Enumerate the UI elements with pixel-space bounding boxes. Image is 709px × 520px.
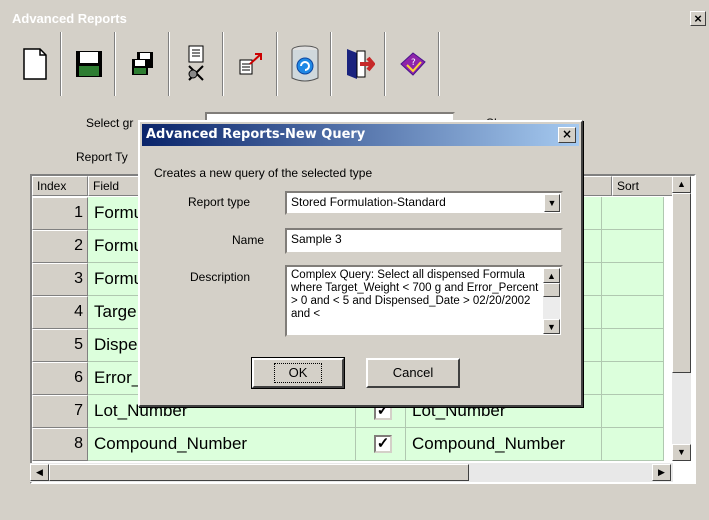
sort-column-header[interactable]: Sort	[612, 176, 674, 196]
toolbar: ?	[8, 32, 440, 96]
row-index[interactable]: 8	[32, 428, 88, 461]
database-icon	[291, 45, 318, 82]
name-field-label: Name	[232, 233, 265, 247]
row-index[interactable]: 7	[32, 395, 88, 428]
description-scrollbar[interactable]: ▲ ▼	[543, 268, 560, 334]
grid-vertical-scrollbar[interactable]: ▲ ▼	[672, 176, 691, 461]
row-index[interactable]: 5	[32, 329, 88, 362]
svg-text:?: ?	[411, 58, 416, 68]
window-titlebar: Advanced Reports ×	[8, 8, 708, 30]
ok-label: OK	[273, 363, 323, 383]
scroll-left-button[interactable]: ◀	[30, 464, 49, 481]
h-scroll-thumb[interactable]	[49, 464, 469, 481]
row-index[interactable]: 2	[32, 230, 88, 263]
row-index[interactable]: 4	[32, 296, 88, 329]
sort-cell[interactable]	[602, 197, 664, 230]
sort-cell[interactable]	[602, 329, 664, 362]
scroll-thumb[interactable]	[672, 193, 691, 373]
scroll-down-button[interactable]: ▼	[672, 444, 691, 461]
scroll-up-button[interactable]: ▲	[672, 176, 691, 193]
row-index[interactable]: 3	[32, 263, 88, 296]
report-type-select[interactable]: Stored Formulation-Standard ▼	[285, 191, 563, 215]
chevron-down-icon[interactable]: ▼	[544, 194, 560, 212]
index-column-header[interactable]: Index	[32, 176, 88, 196]
row-index[interactable]: 1	[32, 197, 88, 230]
export-icon	[239, 53, 262, 75]
exit-door-icon	[346, 49, 375, 79]
new-document-icon	[22, 48, 47, 80]
sort-cell[interactable]	[602, 428, 664, 461]
description-scroll-thumb[interactable]	[543, 283, 560, 297]
name-value: Sample 3	[291, 232, 342, 246]
dialog-close-button[interactable]: ×	[558, 127, 576, 143]
dialog-subtitle: Creates a new query of the selected type	[154, 166, 373, 180]
description-scroll-up[interactable]: ▲	[543, 268, 560, 283]
scroll-right-button[interactable]: ▶	[652, 464, 671, 481]
save-disk-icon	[75, 51, 102, 77]
sort-cell[interactable]	[602, 362, 664, 395]
new-button[interactable]	[8, 32, 62, 96]
database-button[interactable]	[278, 32, 332, 96]
select-group-label: Select gr	[86, 116, 134, 130]
save-button[interactable]	[62, 32, 116, 96]
dialog-titlebar: Advanced Reports-New Query ×	[142, 124, 579, 146]
cancel-label: Cancel	[392, 365, 434, 380]
window-title: Advanced Reports	[12, 11, 127, 26]
description-scroll-down[interactable]: ▼	[543, 319, 560, 334]
ok-button[interactable]: OK	[251, 357, 345, 389]
alias-cell[interactable]: Compound_Number	[406, 428, 602, 461]
include-cell[interactable]: ✓	[356, 428, 406, 461]
report-type-field-label: Report type	[188, 195, 251, 209]
cancel-button[interactable]: Cancel	[366, 358, 460, 388]
new-query-dialog: Advanced Reports-New Query × Creates a n…	[138, 120, 583, 407]
description-field-label: Description	[190, 270, 251, 284]
description-value: Complex Query: Select all dispensed Form…	[291, 269, 539, 320]
run-query-button[interactable]	[170, 32, 224, 96]
help-button[interactable]: ?	[386, 32, 440, 96]
report-type-label: Report Ty	[76, 150, 128, 164]
run-query-icon	[187, 45, 204, 81]
save-all-button[interactable]	[116, 32, 170, 96]
grid-horizontal-scrollbar[interactable]: ◀ ▶	[30, 463, 673, 482]
exit-button[interactable]	[332, 32, 386, 96]
sort-cell[interactable]	[602, 230, 664, 263]
dialog-title: Advanced Reports-New Query	[146, 127, 366, 142]
field-cell[interactable]: Compound_Number	[88, 428, 356, 461]
table-row[interactable]: 8 Compound_Number ✓ Compound_Number	[32, 428, 672, 461]
description-textarea[interactable]: Complex Query: Select all dispensed Form…	[285, 265, 563, 337]
report-type-value: Stored Formulation-Standard	[291, 195, 446, 209]
name-input[interactable]: Sample 3	[285, 228, 563, 254]
help-book-icon: ?	[399, 52, 426, 76]
sort-cell[interactable]	[602, 296, 664, 329]
window-close-button[interactable]: ×	[690, 11, 706, 26]
include-checkbox[interactable]: ✓	[374, 434, 392, 453]
sort-cell[interactable]	[602, 263, 664, 296]
export-button[interactable]	[224, 32, 278, 96]
row-index[interactable]: 6	[32, 362, 88, 395]
sort-cell[interactable]	[602, 395, 664, 428]
save-all-icon	[131, 52, 153, 75]
